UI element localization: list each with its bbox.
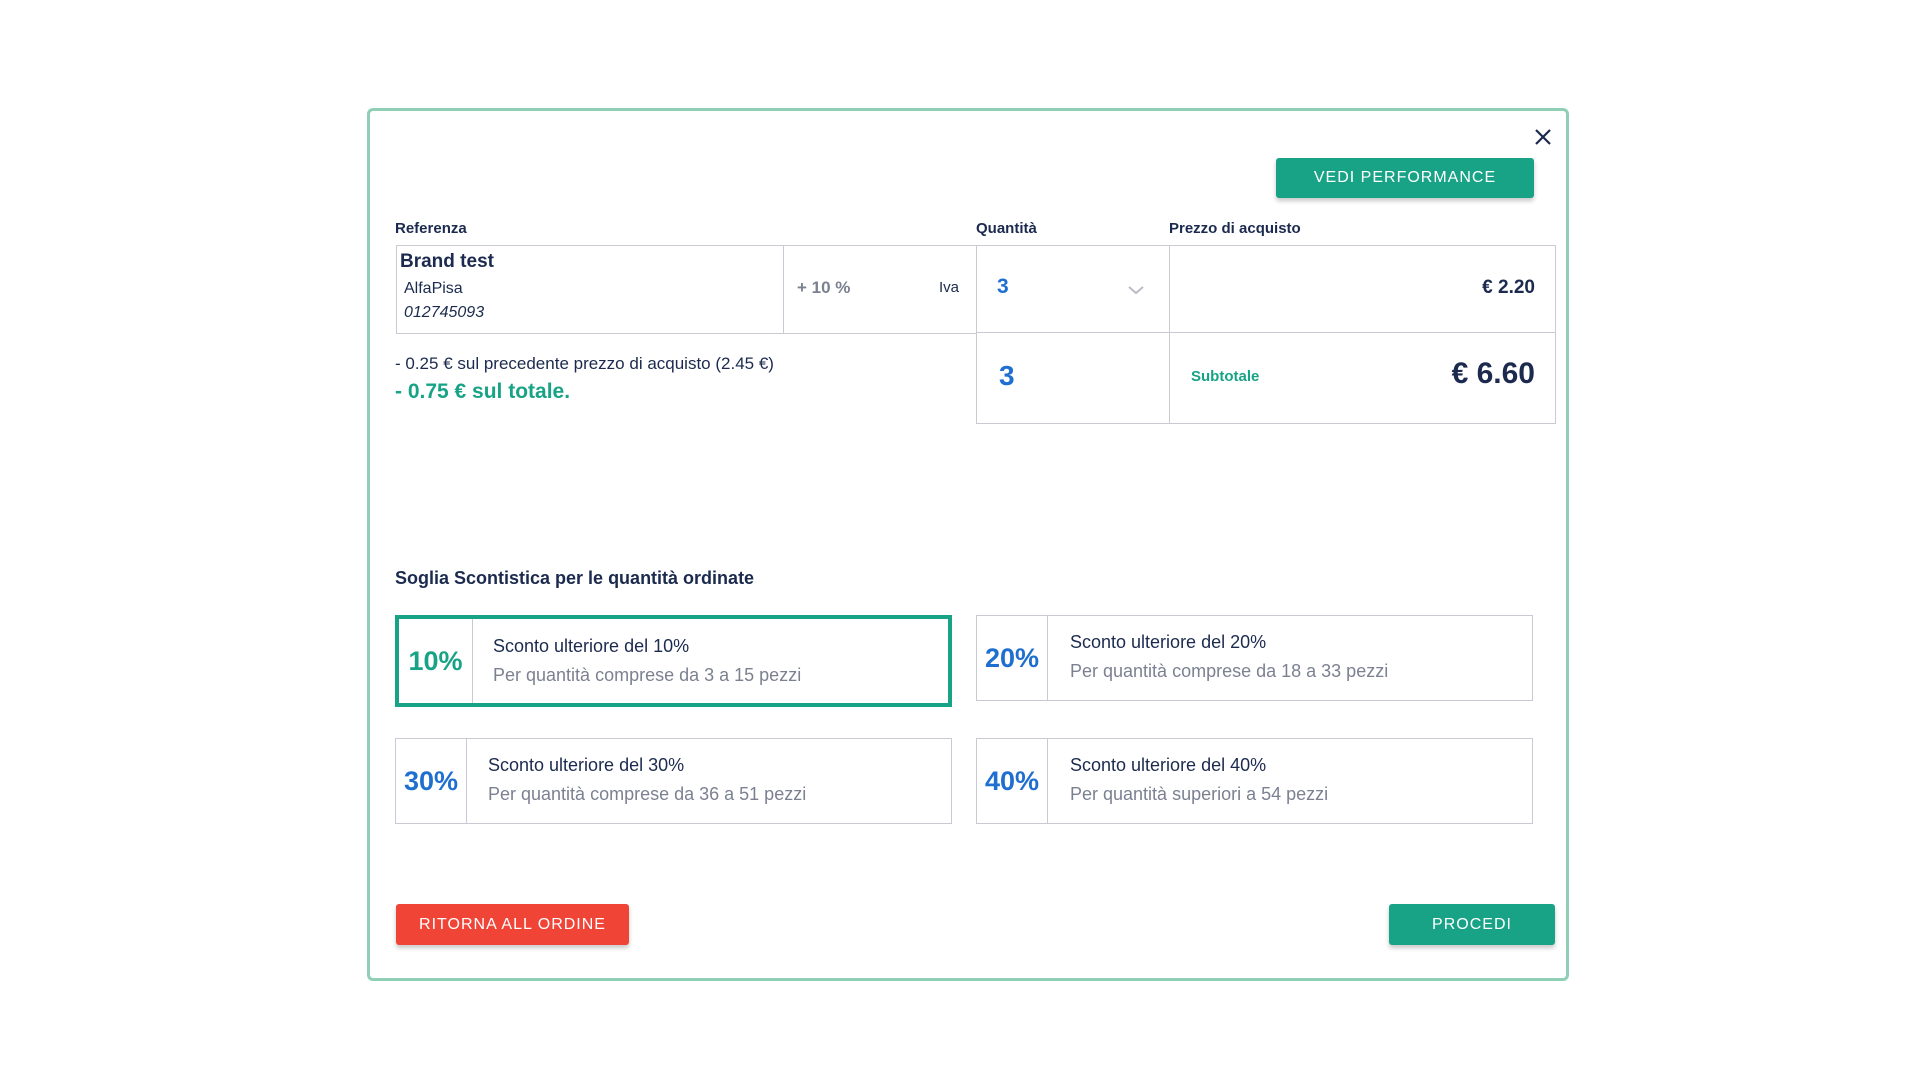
tier-card-30[interactable]: 30% Sconto ulteriore del 30% Per quantit…: [395, 738, 952, 824]
subtotal-cell: Subtotale € 6.60: [1169, 332, 1556, 424]
tier-percentage: 20%: [977, 616, 1048, 700]
markup-value: + 10 %: [797, 278, 851, 297]
tier-title: Sconto ulteriore del 40%: [1070, 755, 1267, 775]
tier-card-10[interactable]: 10% Sconto ulteriore del 10% Per quantit…: [395, 615, 952, 707]
iva-label: Iva: [939, 279, 960, 296]
tier-percentage: 40%: [977, 739, 1048, 823]
tier-title: Sconto ulteriore del 30%: [488, 755, 685, 775]
procedi-button[interactable]: PROCEDI: [1389, 904, 1555, 945]
savings-total-text: - 0.75 € sul totale.: [395, 380, 571, 403]
tiers-title: Soglia Scontistica per le quantità ordin…: [395, 568, 755, 588]
quantity-select-value: 3: [997, 275, 1009, 298]
tier-percentage: 10%: [399, 619, 473, 703]
product-code: 012745093: [404, 304, 485, 321]
ritorna-button[interactable]: RITORNA ALL ORDINE: [396, 904, 629, 945]
savings-unit-text: - 0.25 € sul precedente prezzo di acquis…: [395, 354, 774, 373]
tier-description: Per quantità superiori a 54 pezzi: [1070, 784, 1329, 804]
product-cell: Brand test AlfaPisa 012745093: [396, 245, 785, 334]
header-prezzo: Prezzo di acquisto: [1169, 220, 1301, 237]
price-cell: € 2.20: [1169, 245, 1556, 334]
discount-modal: [367, 108, 1569, 981]
quantity-select[interactable]: 3: [976, 245, 1171, 334]
subtotal-value: € 6.60: [1451, 357, 1535, 390]
summary-quantity: 3: [999, 360, 1015, 391]
product-supplier: AlfaPisa: [404, 280, 463, 297]
markup-cell: + 10 % Iva: [783, 245, 978, 334]
product-brand: Brand test: [400, 251, 494, 272]
summary-quantity-cell: 3: [976, 332, 1171, 424]
header-quantita: Quantità: [976, 220, 1037, 237]
unit-price: € 2.20: [1482, 277, 1535, 298]
tier-title: Sconto ulteriore del 20%: [1070, 632, 1267, 652]
subtotal-label: Subtotale: [1191, 368, 1260, 385]
tier-description: Per quantità comprese da 3 a 15 pezzi: [493, 665, 802, 685]
chevron-down-icon: [1128, 286, 1144, 295]
tier-description: Per quantità comprese da 18 a 33 pezzi: [1070, 661, 1389, 681]
header-referenza: Referenza: [395, 220, 467, 237]
tier-description: Per quantità comprese da 36 a 51 pezzi: [488, 784, 807, 804]
tier-card-40[interactable]: 40% Sconto ulteriore del 40% Per quantit…: [976, 738, 1533, 824]
tier-percentage: 30%: [396, 739, 467, 823]
tier-card-20[interactable]: 20% Sconto ulteriore del 20% Per quantit…: [976, 615, 1533, 701]
vedi-performance-button[interactable]: VEDI PERFORMANCE: [1276, 158, 1534, 198]
close-icon[interactable]: [1528, 122, 1558, 152]
tier-title: Sconto ulteriore del 10%: [493, 636, 690, 656]
